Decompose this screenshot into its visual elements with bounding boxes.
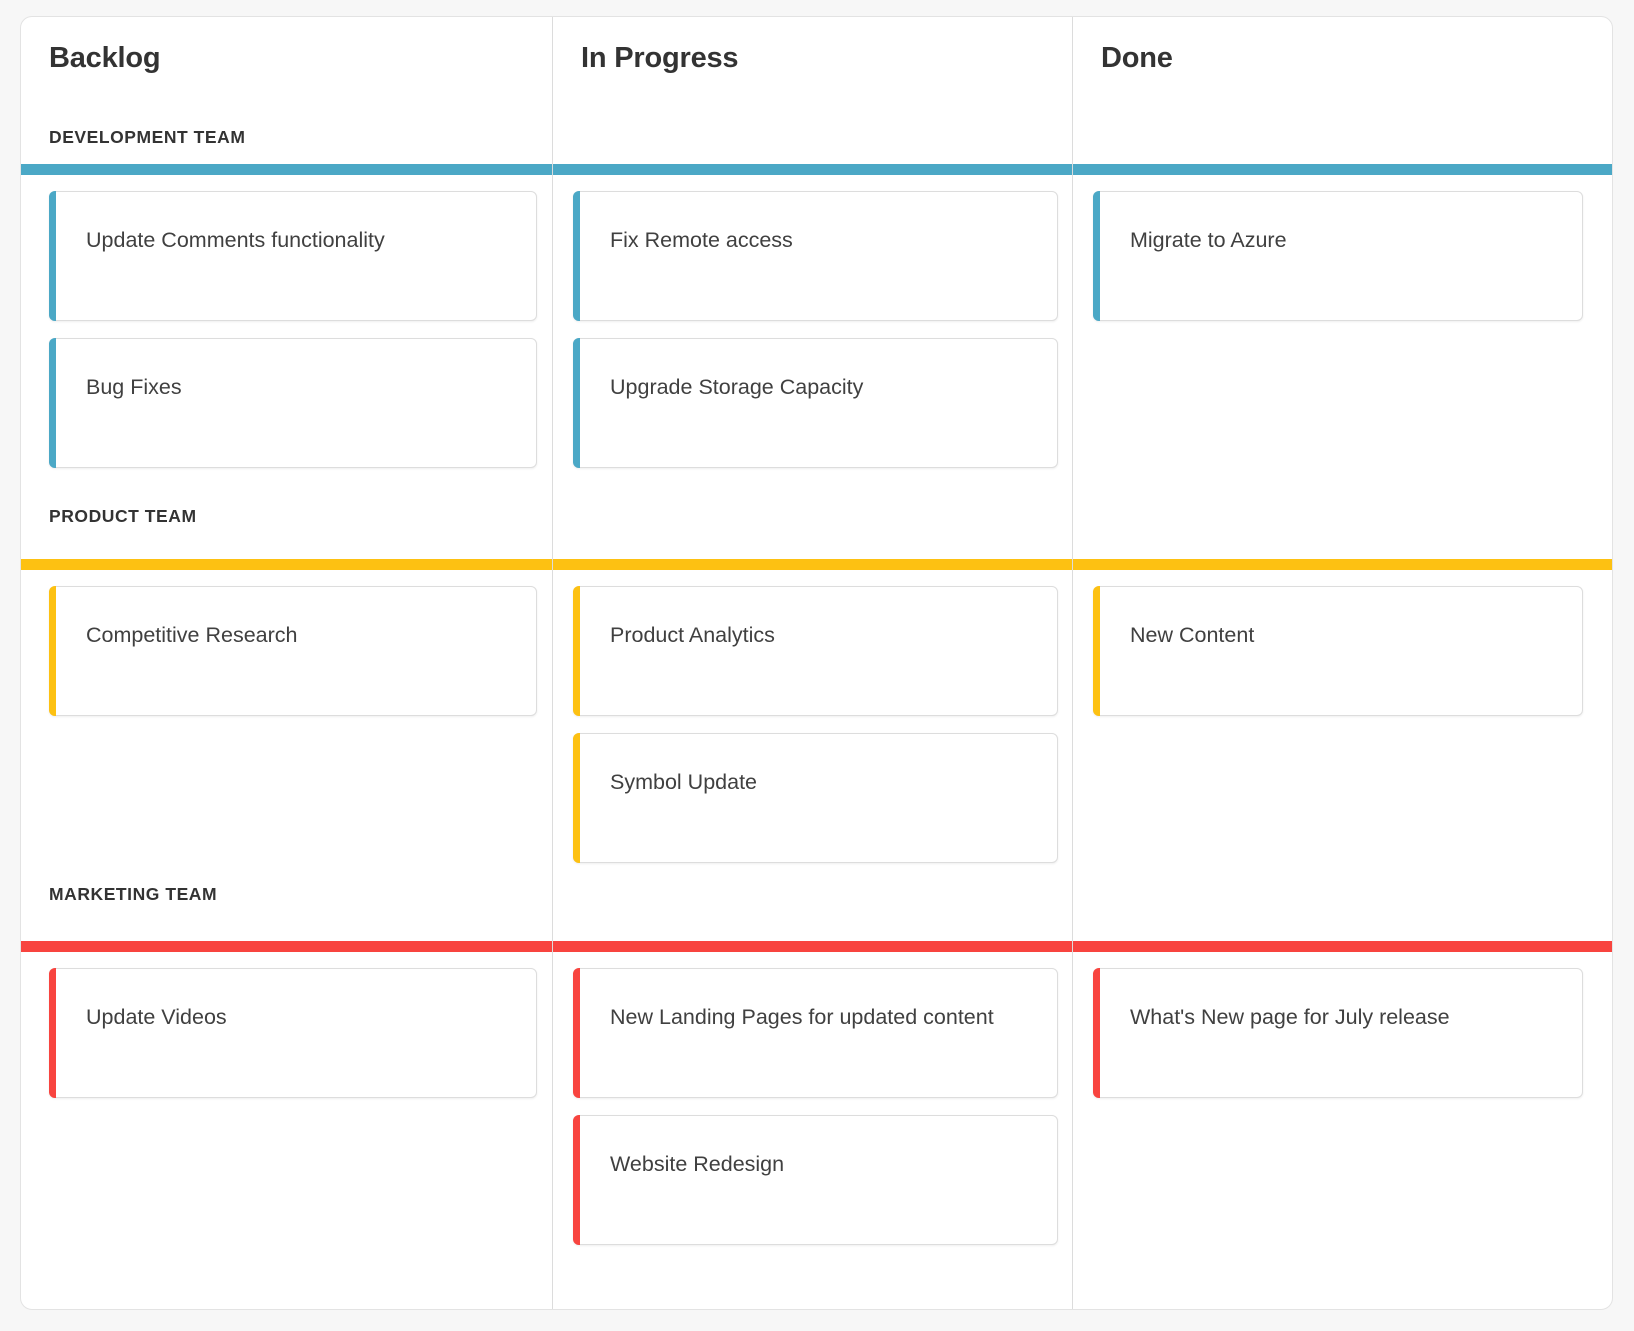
card-title: New Landing Pages for updated content — [610, 1002, 1035, 1032]
kanban-card[interactable]: Fix Remote access — [573, 191, 1058, 321]
swimlane-band-segment — [553, 941, 1072, 952]
kanban-card[interactable]: Migrate to Azure — [1093, 191, 1583, 321]
swimlane-band-segment — [21, 559, 552, 570]
column-header-backlog: Backlog — [49, 42, 160, 75]
kanban-card[interactable]: New Content — [1093, 586, 1583, 716]
swimlane-band-product-team — [21, 559, 1613, 570]
swimlane-band-development-team — [21, 164, 1613, 175]
card-title: Update Videos — [86, 1002, 514, 1032]
kanban-card[interactable]: Website Redesign — [573, 1115, 1058, 1245]
swimlane-band-segment — [553, 559, 1072, 570]
card-accent-bar — [1093, 586, 1100, 716]
card-accent-bar — [49, 338, 56, 468]
card-accent-bar — [573, 586, 580, 716]
column-header-in-progress: In Progress — [581, 42, 738, 75]
card-title: What's New page for July release — [1130, 1002, 1560, 1032]
card-title: New Content — [1130, 620, 1560, 650]
card-title: Update Comments functionality — [86, 225, 514, 255]
card-title: Competitive Research — [86, 620, 514, 650]
kanban-board-panel: Backlog In Progress Done DEVELOPMENT TEA… — [20, 16, 1613, 1310]
swimlane-label-product-team: PRODUCT TEAM — [49, 506, 197, 527]
swimlane-band-segment — [553, 164, 1072, 175]
column-header-done: Done — [1101, 42, 1173, 75]
swimlane-band-segment — [1073, 164, 1613, 175]
card-accent-bar — [1093, 191, 1100, 321]
kanban-card[interactable]: Competitive Research — [49, 586, 537, 716]
kanban-card[interactable]: Bug Fixes — [49, 338, 537, 468]
kanban-card[interactable]: Symbol Update — [573, 733, 1058, 863]
swimlane-label-development-team: DEVELOPMENT TEAM — [49, 127, 245, 148]
card-title: Product Analytics — [610, 620, 1035, 650]
card-accent-bar — [1093, 968, 1100, 1098]
kanban-card[interactable]: Upgrade Storage Capacity — [573, 338, 1058, 468]
card-title: Migrate to Azure — [1130, 225, 1560, 255]
card-title: Bug Fixes — [86, 372, 514, 402]
card-accent-bar — [49, 968, 56, 1098]
kanban-card[interactable]: What's New page for July release — [1093, 968, 1583, 1098]
card-title: Fix Remote access — [610, 225, 1035, 255]
card-title: Symbol Update — [610, 767, 1035, 797]
kanban-card[interactable]: Product Analytics — [573, 586, 1058, 716]
card-accent-bar — [573, 1115, 580, 1245]
swimlane-label-marketing-team: MARKETING TEAM — [49, 884, 217, 905]
kanban-card[interactable]: Update Videos — [49, 968, 537, 1098]
kanban-board-root: Backlog In Progress Done DEVELOPMENT TEA… — [0, 0, 1634, 1331]
card-accent-bar — [573, 191, 580, 321]
card-title: Upgrade Storage Capacity — [610, 372, 1035, 402]
kanban-card[interactable]: New Landing Pages for updated content — [573, 968, 1058, 1098]
card-accent-bar — [573, 733, 580, 863]
swimlane-band-segment — [1073, 559, 1613, 570]
swimlane-band-segment — [21, 941, 552, 952]
card-accent-bar — [573, 338, 580, 468]
kanban-card[interactable]: Update Comments functionality — [49, 191, 537, 321]
swimlane-band-segment — [21, 164, 552, 175]
card-title: Website Redesign — [610, 1149, 1035, 1179]
swimlane-band-marketing-team — [21, 941, 1613, 952]
swimlane-band-segment — [1073, 941, 1613, 952]
card-accent-bar — [49, 191, 56, 321]
card-accent-bar — [573, 968, 580, 1098]
card-accent-bar — [49, 586, 56, 716]
